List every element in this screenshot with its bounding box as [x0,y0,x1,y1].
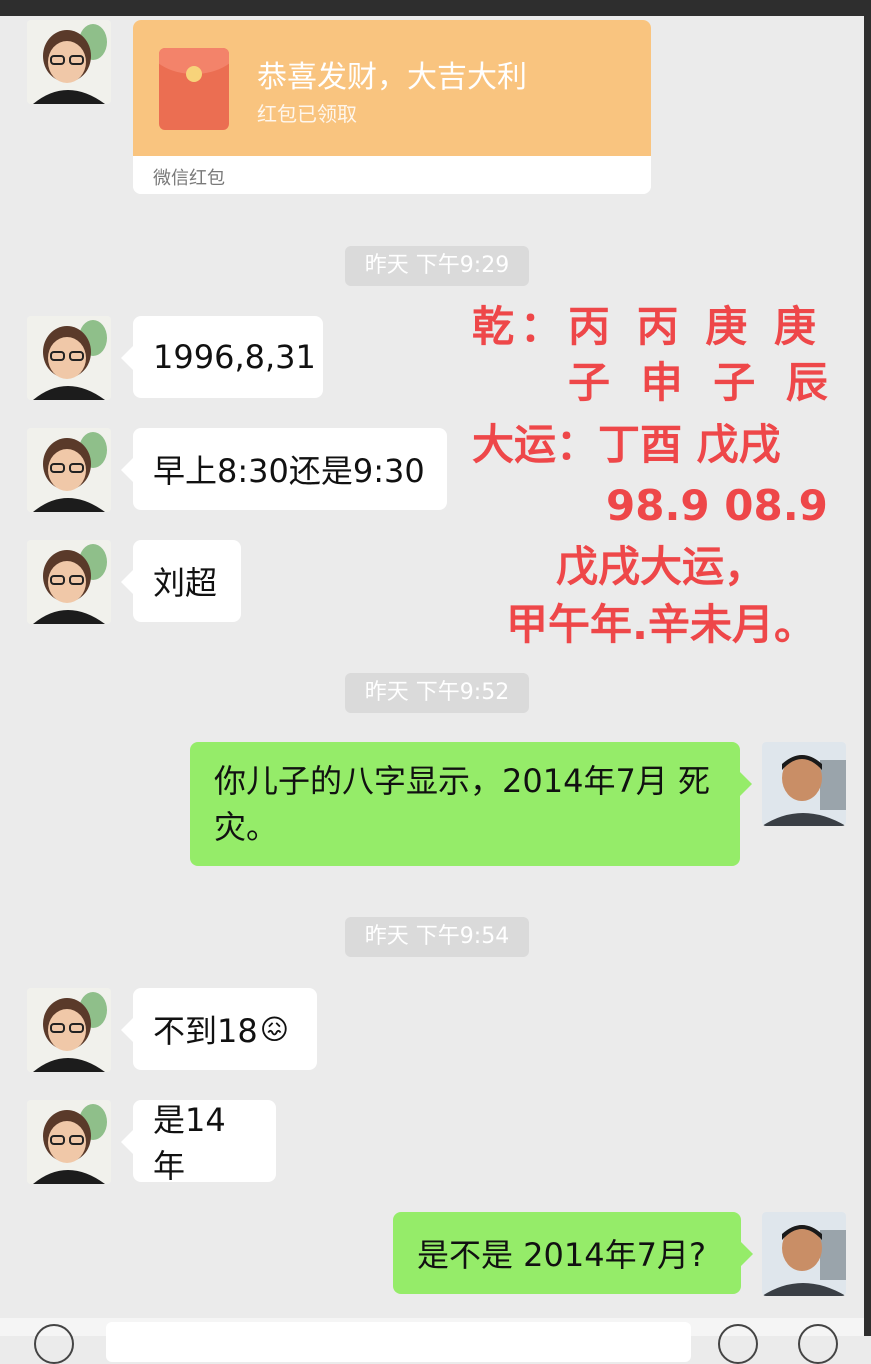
self-avatar[interactable] [762,742,846,826]
man-avatar-icon [762,1212,846,1296]
plus-icon[interactable] [798,1324,838,1364]
red-packet-body: 恭喜发财，大吉大利 红包已领取 [133,20,651,156]
annotation-line: 子 申 子 辰 [568,358,836,407]
outgoing-message[interactable]: 是不是 2014年7月? [393,1212,753,1294]
woman-with-glasses-avatar-icon [27,428,111,512]
red-packet-label: 微信红包 [153,168,225,189]
scrollbar-edge [864,0,871,1336]
annotation-line: 甲午年.辛未月。 [506,600,816,649]
timestamp: 昨天 下午9:29 [345,246,529,286]
red-envelope-icon [159,48,229,130]
self-avatar[interactable] [762,1212,846,1296]
contact-avatar[interactable] [27,988,111,1072]
man-avatar-icon [762,742,846,826]
crying-emoji-icon: 😖 [259,1012,289,1046]
red-packet-message[interactable]: 恭喜发财，大吉大利 红包已领取 微信红包 [133,20,651,194]
timestamp: 昨天 下午9:54 [345,917,529,957]
red-packet-title: 恭喜发财，大吉大利 [257,60,527,95]
woman-with-glasses-avatar-icon [27,316,111,400]
annotation-line: 大运：丁酉 戊戌 [472,420,781,469]
woman-with-glasses-avatar-icon [27,1100,111,1184]
incoming-message[interactable]: 是14年 [121,1100,276,1185]
contact-avatar[interactable] [27,20,111,104]
woman-with-glasses-avatar-icon [27,988,111,1072]
incoming-message[interactable]: 1996,8,31 [121,316,323,398]
incoming-message[interactable]: 早上8:30还是9:30 [121,428,447,510]
outgoing-message-text: 你儿子的八字显示，2014年7月 死灾。 [214,762,710,846]
outgoing-message[interactable]: 你儿子的八字显示，2014年7月 死灾。 [190,742,752,866]
incoming-message[interactable]: 刘超 [121,540,241,622]
incoming-message-text: 不到18 [153,1012,258,1050]
contact-avatar[interactable] [27,428,111,512]
emoji-icon[interactable] [718,1324,758,1364]
annotation-line: 98.9 08.9 [606,481,828,530]
top-bar [0,0,871,16]
incoming-message[interactable]: 不到18 😖 [121,988,317,1070]
message-input[interactable] [106,1322,691,1362]
timestamp: 昨天 下午9:52 [345,673,529,713]
annotation-line: 戊戌大运， [556,542,767,591]
contact-avatar[interactable] [27,316,111,400]
red-packet-footer: 微信红包 [133,156,651,194]
contact-avatar[interactable] [27,540,111,624]
annotation-line: 乾：丙 丙 庚 庚 [472,302,822,351]
woman-with-glasses-avatar-icon [27,20,111,104]
red-packet-status: 红包已领取 [257,102,357,126]
woman-with-glasses-avatar-icon [27,540,111,624]
contact-avatar[interactable] [27,1100,111,1184]
voice-toggle-icon[interactable] [34,1324,74,1364]
